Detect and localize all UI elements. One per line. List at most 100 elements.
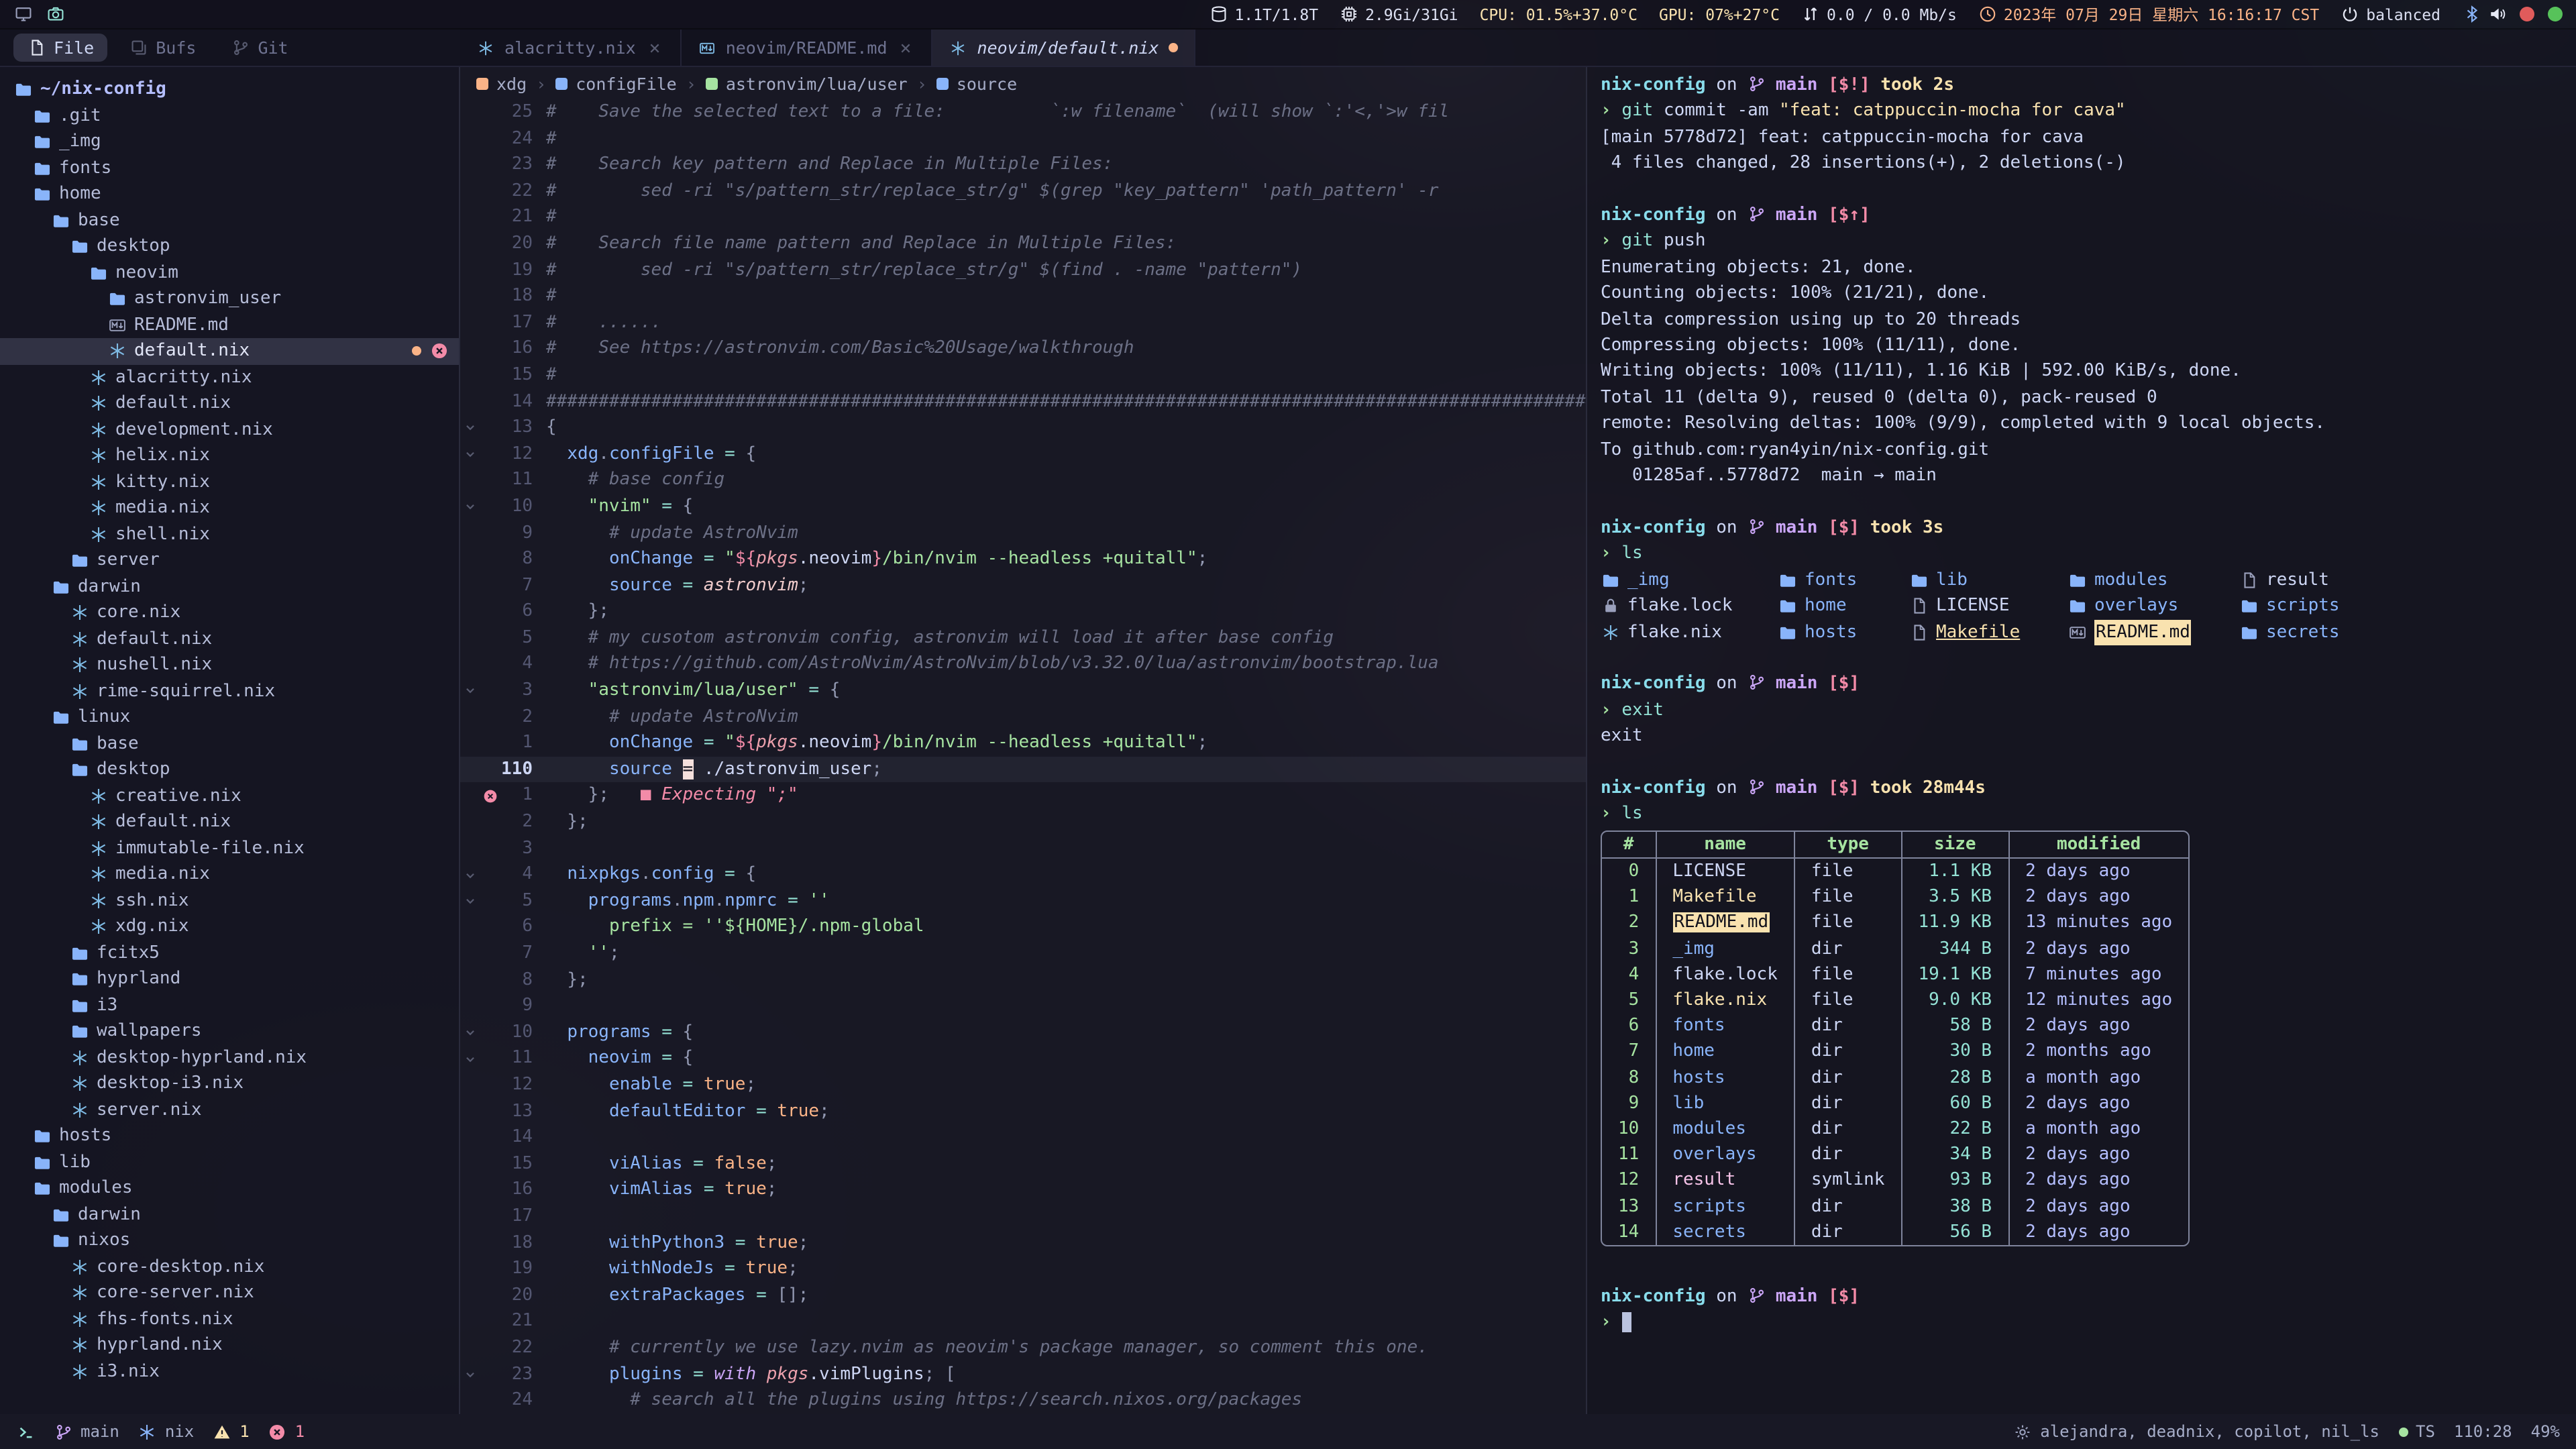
fold-column[interactable] [460, 415, 479, 441]
code-line[interactable]: 9 # update AstroNvim [460, 520, 1586, 546]
close-icon[interactable] [645, 38, 664, 57]
buffer-tab-alacritty.nix[interactable]: alacritty.nix [460, 30, 682, 66]
tray-app-red-icon[interactable] [2520, 7, 2534, 21]
tree-item-wallpapers[interactable]: wallpapers [0, 1018, 459, 1044]
code-line[interactable]: 25# Save the selected text to a file: `:… [460, 99, 1586, 125]
neotree-tab-bufs[interactable]: Bufs [115, 34, 209, 62]
terminal[interactable]: nix-config on main [$!] took 2s› git com… [1587, 67, 2576, 1414]
code-line[interactable]: 9 [460, 993, 1586, 1019]
code-line[interactable]: 14 [460, 1124, 1586, 1150]
code-line[interactable]: 18 withPython3 = true; [460, 1230, 1586, 1256]
tree-item-alacritty.nix[interactable]: alacritty.nix [0, 364, 459, 390]
code-line[interactable]: 1 onChange = "${pkgs.neovim}/bin/nvim --… [460, 731, 1586, 757]
code-line[interactable]: 14######################################… [460, 388, 1586, 415]
tree-item-base[interactable]: base [0, 731, 459, 757]
fold-column[interactable] [460, 888, 479, 914]
tree-item-media.nix[interactable]: media.nix [0, 495, 459, 521]
code-line[interactable]: 4 nixpkgs.config = { [460, 861, 1586, 888]
tree-item-default.nix[interactable]: default.nix [0, 390, 459, 417]
buffer-tab-neovim/README.md[interactable]: neovim/README.md [682, 30, 933, 66]
tree-item-core.nix[interactable]: core.nix [0, 600, 459, 626]
tree-item-i3.nix[interactable]: i3.nix [0, 1358, 459, 1385]
code-line[interactable]: 10 "nvim" = { [460, 494, 1586, 520]
tree-item-kitty.nix[interactable]: kitty.nix [0, 469, 459, 495]
tree-item-linux[interactable]: linux [0, 704, 459, 731]
tree-item-ssh.nix[interactable]: ssh.nix [0, 888, 459, 914]
tree-item-desktop-i3.nix[interactable]: desktop-i3.nix [0, 1071, 459, 1097]
tree-item-nixos[interactable]: nixos [0, 1228, 459, 1254]
tree-item-default.nix[interactable]: default.nix [0, 809, 459, 835]
buffer-tab-neovim/default.nix[interactable]: neovim/default.nix [933, 30, 1195, 66]
code-line[interactable]: 21# [460, 205, 1586, 231]
tree-item-xdg.nix[interactable]: xdg.nix [0, 914, 459, 940]
code-line[interactable]: 12 xdg.configFile = { [460, 441, 1586, 467]
tree-item-default.nix[interactable]: default.nix [0, 338, 459, 364]
code-line[interactable]: 20 extraPackages = []; [460, 1282, 1586, 1308]
code-line[interactable]: 2 }; [460, 809, 1586, 835]
code-line[interactable]: 13 defaultEditor = true; [460, 1098, 1586, 1124]
tree-item-astronvim_user[interactable]: astronvim_user [0, 286, 459, 312]
tray-app-green-icon[interactable] [2548, 7, 2563, 21]
tree-item-modules[interactable]: modules [0, 1175, 459, 1201]
code-line[interactable]: 19# sed -ri "s/pattern_str/replace_str/g… [460, 257, 1586, 283]
power-profile[interactable]: balanced [2341, 5, 2440, 23]
code-line[interactable]: 5 programs.npm.npmrc = '' [460, 888, 1586, 914]
neotree-tab-git[interactable]: Git [217, 34, 301, 62]
tree-item-hyprland[interactable]: hyprland [0, 966, 459, 992]
breadcrumb-item[interactable]: source [936, 73, 1017, 93]
code-line[interactable]: 1 }; ■ Expecting ";" [460, 783, 1586, 809]
code-line[interactable]: 2 # update AstroNvim [460, 704, 1586, 730]
neotree-tab-file[interactable]: File [13, 34, 107, 62]
code-line[interactable]: 24 # search all the plugins using https:… [460, 1387, 1586, 1413]
tree-item-darwin[interactable]: darwin [0, 1201, 459, 1228]
code-line[interactable]: 19 withNodeJs = true; [460, 1256, 1586, 1282]
code-line[interactable]: 5 # my cusotom astronvim config, astronv… [460, 625, 1586, 651]
code-line[interactable]: 16# See https://astronvim.com/Basic%20Us… [460, 336, 1586, 362]
fold-column[interactable] [460, 1361, 479, 1387]
tree-item-neovim[interactable]: neovim [0, 260, 459, 286]
tree-item-nushell.nix[interactable]: nushell.nix [0, 652, 459, 678]
tree-item-hyprland.nix[interactable]: hyprland.nix [0, 1332, 459, 1358]
fold-column[interactable] [460, 494, 479, 520]
display-icon[interactable] [13, 5, 32, 23]
tree-item-immutable-file.nix[interactable]: immutable-file.nix [0, 835, 459, 861]
tree-item-_img[interactable]: _img [0, 129, 459, 155]
code-line[interactable]: 23 plugins = with pkgs.vimPlugins; [ [460, 1361, 1586, 1387]
volume-icon[interactable] [2487, 5, 2506, 23]
code-line[interactable]: 3 "astronvim/lua/user" = { [460, 678, 1586, 704]
tree-item-media.nix[interactable]: media.nix [0, 861, 459, 888]
tree-item-.git[interactable]: .git [0, 103, 459, 129]
screenshot-icon[interactable] [46, 5, 64, 23]
code-line[interactable]: 22 # currently we use lazy.nvim as neovi… [460, 1335, 1586, 1361]
tree-item-core-desktop.nix[interactable]: core-desktop.nix [0, 1254, 459, 1280]
tree-item-default.nix[interactable]: default.nix [0, 626, 459, 652]
fold-column[interactable] [460, 441, 479, 467]
code-line[interactable]: 4 # https://github.com/AstroNvim/AstroNv… [460, 651, 1586, 678]
tree-item-server[interactable]: server [0, 547, 459, 574]
git-branch[interactable]: main [54, 1422, 119, 1441]
code-line[interactable]: 21 [460, 1309, 1586, 1335]
code-line[interactable]: 22# sed -ri "s/pattern_str/replace_str/g… [460, 178, 1586, 205]
code-area[interactable]: 25# Save the selected text to a file: `:… [460, 99, 1586, 1414]
tree-item-fhs-fonts.nix[interactable]: fhs-fonts.nix [0, 1306, 459, 1332]
tree-item-shell.nix[interactable]: shell.nix [0, 521, 459, 547]
code-line[interactable]: 6 prefix = ''${HOME}/.npm-global [460, 914, 1586, 941]
code-line[interactable]: 8 }; [460, 967, 1586, 993]
code-line[interactable]: 23# Search key pattern and Replace in Mu… [460, 152, 1586, 178]
tree-item-desktop[interactable]: desktop [0, 757, 459, 783]
code-line[interactable]: 13{ [460, 415, 1586, 441]
tree-item-rime-squirrel.nix[interactable]: rime-squirrel.nix [0, 678, 459, 704]
tree-item-~/nix-config[interactable]: ~/nix-config [0, 76, 459, 103]
tree-item-lib[interactable]: lib [0, 1149, 459, 1175]
code-line[interactable]: 12 enable = true; [460, 1072, 1586, 1098]
breadcrumb-item[interactable]: configFile [555, 73, 677, 93]
code-line[interactable]: 15 viAlias = false; [460, 1151, 1586, 1177]
tree-item-desktop[interactable]: desktop [0, 233, 459, 260]
breadcrumb-item[interactable]: xdg [476, 73, 527, 93]
tree-item-development.nix[interactable]: development.nix [0, 417, 459, 443]
code-line[interactable]: 10 programs = { [460, 1020, 1586, 1046]
code-line[interactable]: 20# Search file name pattern and Replace… [460, 231, 1586, 257]
tree-item-fcitx5[interactable]: fcitx5 [0, 940, 459, 966]
file-tree[interactable]: ~/nix-config.git_imgfontshomebasedesktop… [0, 67, 460, 1414]
tree-item-helix.nix[interactable]: helix.nix [0, 443, 459, 469]
